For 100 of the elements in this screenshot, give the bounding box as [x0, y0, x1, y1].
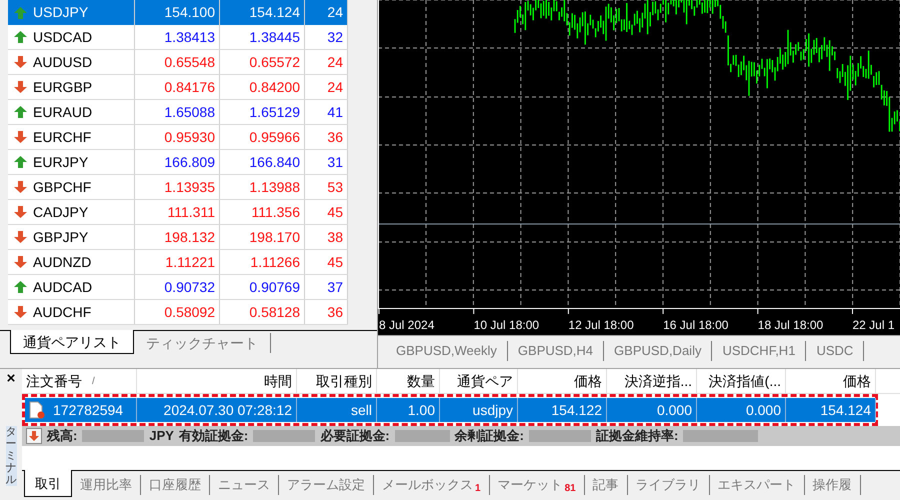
column-header[interactable]: 価格	[843, 370, 871, 392]
symbol-row[interactable]: EURGBP 0.84176 0.84200 24	[8, 75, 348, 100]
symbol-row[interactable]: EURAUD 1.65088 1.65129 41	[8, 100, 348, 125]
column-header[interactable]: 数量	[407, 370, 435, 392]
ask-price: 0.90769	[249, 278, 300, 296]
symbol-row[interactable]: USDCAD 1.38413 1.38445 32	[8, 25, 348, 50]
tab[interactable]: エキスパート	[710, 475, 805, 495]
spread-value: 36	[327, 302, 343, 322]
ask-price: 198.170	[249, 228, 300, 246]
count-label: 81	[564, 482, 576, 496]
ask-price: 154.124	[249, 3, 300, 22]
spread-value: 37	[327, 278, 343, 296]
column-header[interactable]: 決済逆指...	[624, 370, 692, 392]
tab[interactable]: GBPUSD,Daily	[604, 340, 712, 360]
spread-value: 41	[327, 102, 343, 122]
symbol-name: EURAUD	[33, 102, 92, 122]
tab[interactable]: GBPUSD,H4	[508, 340, 604, 360]
symbol-name: EURCHF	[33, 128, 92, 146]
tab[interactable]: GBPUSD,Weekly	[386, 340, 508, 360]
symbol-name: EURGBP	[33, 78, 92, 96]
ask-price: 0.58128	[249, 302, 300, 322]
tab[interactable]: 記事	[584, 475, 628, 495]
close-button[interactable]: ×	[6, 371, 16, 386]
spread-value: 53	[327, 178, 343, 196]
table-cell-text: sell	[350, 400, 372, 420]
tab[interactable]: 操作履	[804, 475, 861, 495]
redacted-value	[528, 430, 591, 442]
symbol-name: AUDCHF	[33, 302, 92, 322]
symbol-name: USDCAD	[33, 28, 92, 46]
bid-price: 0.65548	[164, 52, 215, 72]
panel-title: ターミナル	[6, 426, 16, 486]
column-header[interactable]: 価格	[574, 370, 602, 392]
count-label: 1	[475, 482, 481, 496]
time-label: 10 Jul 18:00	[474, 317, 540, 334]
symbol-row[interactable]: AUDNZD 1.11221 1.11266 45	[8, 250, 348, 275]
spread-value: 24	[327, 78, 343, 96]
tab[interactable]: 通貨ペアリスト	[10, 330, 134, 354]
tab[interactable]: USDC	[806, 340, 864, 360]
spread-value: 24	[327, 3, 343, 22]
table-cell-text: 0.000	[746, 400, 781, 420]
table-cell-text: usdjpy	[472, 400, 513, 420]
column-header[interactable]: 注文番号	[26, 370, 82, 392]
column-header[interactable]: 決済指値(...	[708, 370, 781, 392]
summary-label: 必要証拠金:	[320, 427, 390, 446]
table-cell-text: 172782594	[53, 400, 124, 420]
symbol-row[interactable]: CADJPY 111.311 111.356 45	[8, 200, 348, 225]
redacted-value	[82, 430, 144, 442]
column-header[interactable]: 取引種別	[316, 370, 372, 392]
time-label: 12 Jul 18:00	[568, 317, 634, 334]
redacted-value	[253, 430, 316, 442]
tab[interactable]: 取引	[24, 470, 72, 497]
bid-price: 154.100	[164, 3, 215, 22]
symbol-name: AUDCAD	[33, 278, 92, 296]
summary-label: 余剰証拠金:	[454, 427, 524, 446]
symbol-name: GBPCHF	[33, 178, 92, 196]
symbol-row[interactable]: AUDCAD 0.90732 0.90769 37	[8, 275, 348, 300]
symbol-row[interactable]: GBPJPY 198.132 198.170 38	[8, 225, 348, 250]
bid-price: 1.13935	[164, 178, 215, 196]
table-cell-text: 154.122	[551, 400, 602, 420]
symbol-name: AUDUSD	[33, 52, 92, 72]
sort-indicator: /	[92, 374, 95, 388]
spread-value: 31	[327, 152, 343, 172]
symbol-row[interactable]: EURCHF 0.95930 0.95966 36	[8, 125, 348, 150]
time-label: 22 Jul 1	[852, 317, 895, 334]
bid-price: 1.11221	[165, 252, 215, 272]
symbol-row[interactable]: AUDUSD 0.65548 0.65572 24	[8, 50, 348, 75]
symbol-name: CADJPY	[33, 202, 88, 222]
symbol-row[interactable]: USDJPY 154.100 154.124 24	[8, 0, 348, 25]
symbol-name: USDJPY	[33, 3, 88, 22]
order-row[interactable]: 172782594 2024.07.30 07:28:12 sell 1.00 usdjpy 154.122 0.000 0.000 154.124	[25, 398, 875, 422]
symbol-row[interactable]: AUDCHF 0.58092 0.58128 36	[8, 300, 348, 325]
ask-price: 111.356	[251, 202, 300, 222]
tab[interactable]: 運用比率	[72, 475, 141, 495]
spread-value: 38	[327, 228, 343, 246]
ask-price: 1.65129	[249, 102, 300, 122]
summary-label: 有効証拠金:	[178, 427, 248, 446]
bid-price: 111.311	[168, 202, 215, 222]
spread-value: 36	[327, 128, 343, 146]
table-cell-text: 154.124	[820, 400, 871, 420]
symbol-name: EURJPY	[33, 152, 88, 172]
tab[interactable]: 口座履歴	[141, 475, 210, 495]
bid-price: 0.58092	[164, 302, 215, 322]
symbol-row[interactable]: GBPCHF 1.13935 1.13988 53	[8, 175, 348, 200]
spread-value: 45	[327, 202, 343, 222]
summary-label: JPY	[149, 427, 174, 446]
tab[interactable]: ニュース	[210, 475, 279, 495]
down-arrow-icon	[26, 428, 42, 444]
tab[interactable]: ティックチャート	[134, 333, 271, 353]
summary-label: 証拠金維持率:	[596, 427, 678, 446]
table-cell-text: 1.00	[408, 400, 435, 420]
column-header[interactable]: 時間	[264, 370, 292, 392]
symbol-row[interactable]: EURJPY 166.809 166.840 31	[8, 150, 348, 175]
bid-price: 0.95930	[164, 128, 215, 146]
tab[interactable]: ライブラリ	[628, 475, 710, 495]
bid-price: 198.132	[164, 228, 215, 246]
tab[interactable]: USDCHF,H1	[712, 340, 806, 360]
column-header[interactable]: 通貨ペア	[457, 370, 513, 392]
time-label: 18 Jul 18:00	[758, 317, 824, 334]
tab[interactable]: アラーム設定	[279, 475, 374, 495]
table-cell-text: 0.000	[656, 400, 692, 420]
